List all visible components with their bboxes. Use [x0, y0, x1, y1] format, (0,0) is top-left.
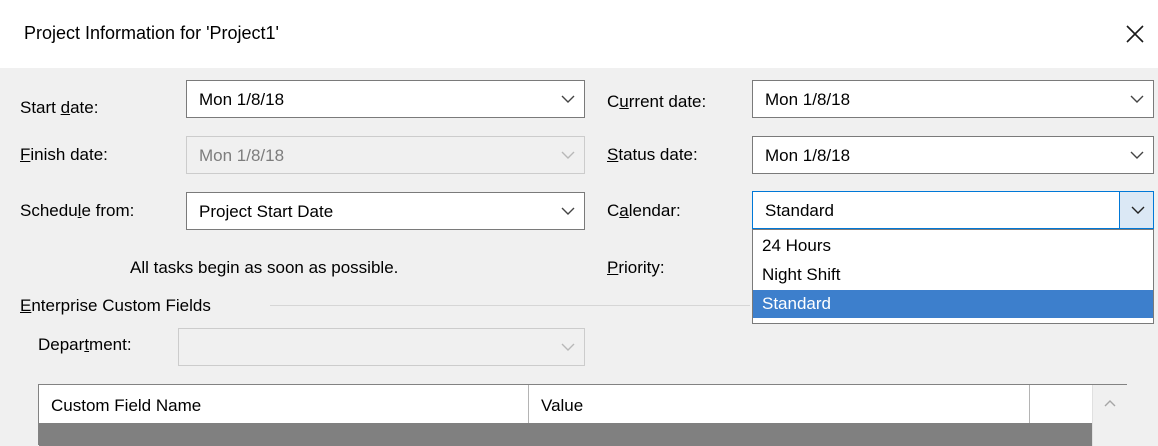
finish-date-value: Mon 1/8/18: [199, 146, 285, 165]
department-dropdown-button: [550, 329, 584, 365]
start-date-value: Mon 1/8/18: [199, 90, 285, 109]
start-date-combo[interactable]: Mon 1/8/18: [186, 80, 585, 118]
chevron-down-icon: [1131, 206, 1145, 214]
calendar-label: Calendar:: [607, 201, 681, 220]
start-date-label-text: Start date:: [20, 98, 99, 117]
calendar-option-night-shift[interactable]: Night Shift: [753, 261, 1153, 289]
schedule-from-label: Schedule from:: [20, 201, 135, 220]
schedule-note: All tasks begin as soon as possible.: [130, 258, 399, 277]
chevron-down-icon: [561, 151, 575, 159]
chevron-down-icon: [561, 95, 575, 103]
current-date-combo[interactable]: Mon 1/8/18: [752, 80, 1154, 118]
calendar-value: Standard: [765, 201, 834, 220]
close-button[interactable]: [1118, 18, 1152, 50]
schedule-from-value: Project Start Date: [199, 202, 334, 221]
status-date-combo[interactable]: Mon 1/8/18: [752, 136, 1154, 174]
current-date-dropdown-button[interactable]: [1119, 81, 1153, 117]
department-label: Department:: [38, 335, 132, 354]
calendar-combo[interactable]: Standard: [752, 191, 1154, 229]
custom-fields-table[interactable]: Custom Field Name Value: [38, 384, 1127, 446]
group-divider: [270, 305, 750, 306]
current-date-label: Current date:: [607, 92, 707, 111]
schedule-from-combo[interactable]: Project Start Date: [186, 192, 585, 230]
chevron-down-icon: [561, 343, 575, 351]
finish-date-dropdown-button: [550, 137, 584, 173]
column-header-custom-field-name[interactable]: Custom Field Name: [39, 385, 529, 423]
current-date-value: Mon 1/8/18: [765, 90, 851, 109]
priority-label: Priority:: [607, 258, 665, 277]
table-row[interactable]: [39, 423, 1109, 446]
table-scrollbar[interactable]: [1092, 385, 1127, 446]
table-header: Custom Field Name Value: [39, 385, 1109, 423]
status-date-dropdown-button[interactable]: [1119, 137, 1153, 173]
dialog-title: Project Information for 'Project1': [24, 23, 279, 43]
chevron-down-icon: [561, 207, 575, 215]
chevron-down-icon: [1130, 151, 1144, 159]
status-date-value: Mon 1/8/18: [765, 146, 851, 165]
enterprise-group-label: Enterprise Custom Fields: [20, 296, 211, 315]
finish-date-label: Finish date:: [20, 145, 108, 164]
column-header-value[interactable]: Value: [529, 385, 1030, 423]
close-icon: [1126, 25, 1144, 43]
department-combo: [178, 328, 585, 366]
calendar-dropdown-button[interactable]: [1119, 192, 1153, 228]
chevron-up-icon[interactable]: [1104, 399, 1116, 407]
status-date-label: Status date:: [607, 145, 698, 164]
title-bar: Project Information for 'Project1': [0, 0, 1158, 68]
calendar-option-24-hours[interactable]: 24 Hours: [753, 232, 1153, 260]
chevron-down-icon: [1130, 95, 1144, 103]
start-date-dropdown-button[interactable]: [550, 81, 584, 117]
calendar-dropdown-list[interactable]: 24 Hours Night Shift Standard: [752, 229, 1154, 324]
calendar-option-standard[interactable]: Standard: [753, 290, 1153, 318]
schedule-from-dropdown-button[interactable]: [550, 193, 584, 229]
finish-date-combo: Mon 1/8/18: [186, 136, 585, 174]
